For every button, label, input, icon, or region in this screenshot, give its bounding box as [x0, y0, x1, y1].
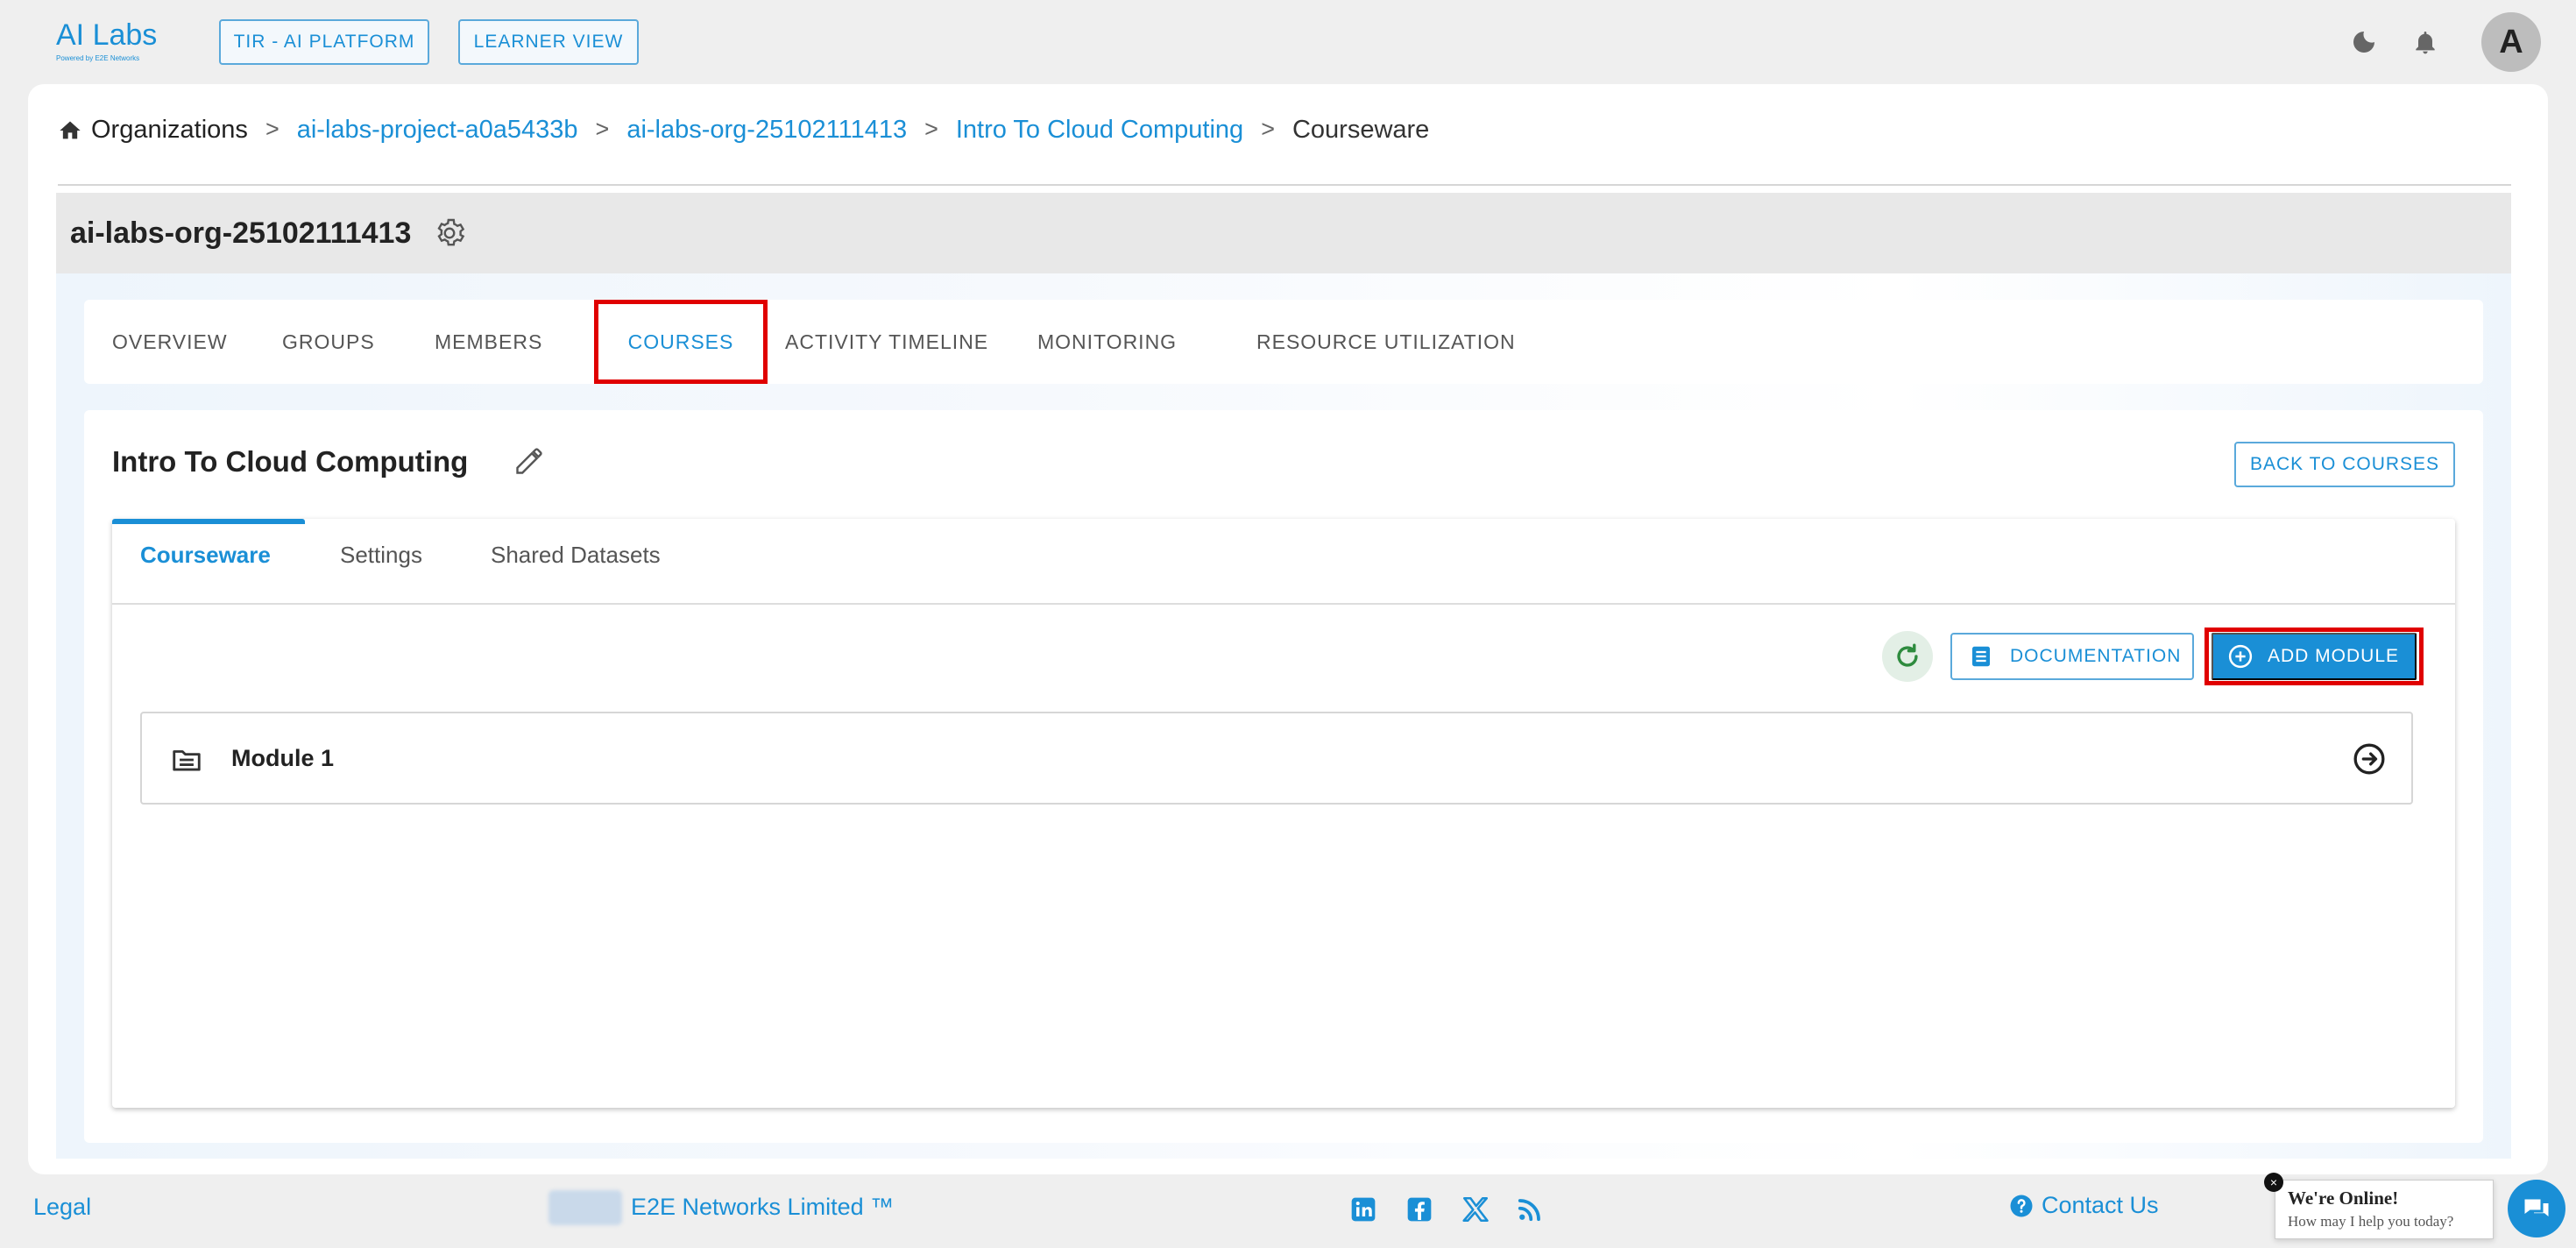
active-tab-indicator [112, 519, 305, 524]
gear-icon[interactable] [434, 217, 465, 249]
chat-launcher-button[interactable] [2508, 1180, 2565, 1237]
subtab-shared-datasets[interactable]: Shared Datasets [491, 542, 661, 569]
notification-bell-icon[interactable] [2410, 26, 2441, 58]
add-module-button[interactable]: ADD MODULE [2212, 633, 2417, 680]
breadcrumb-separator: > [924, 116, 938, 142]
back-to-courses-button[interactable]: BACK TO COURSES [2234, 442, 2455, 487]
company-name: E2E Networks Limited ™ [631, 1194, 895, 1220]
tir-ai-platform-button[interactable]: TIR - AI PLATFORM [219, 19, 429, 65]
breadcrumb-home[interactable]: Organizations [58, 116, 248, 145]
tab-monitoring[interactable]: MONITORING [1037, 300, 1177, 384]
module-row[interactable]: Module 1 [140, 712, 2413, 805]
dark-mode-icon[interactable] [2348, 26, 2380, 58]
chat-close-button[interactable]: × [2264, 1173, 2283, 1192]
course-subtabs: Courseware Settings Shared Datasets [112, 519, 2455, 605]
main-panel: Organizations > ai-labs-project-a0a5433b… [28, 84, 2548, 1174]
tab-groups[interactable]: GROUPS [282, 300, 375, 384]
chat-icon [2524, 1199, 2549, 1216]
x-twitter-icon[interactable] [1458, 1192, 1493, 1227]
chat-title: We're Online! [2288, 1188, 2399, 1209]
subtab-settings[interactable]: Settings [340, 542, 422, 569]
user-avatar[interactable]: A [2481, 12, 2541, 72]
add-module-label: ADD MODULE [2268, 646, 2400, 666]
edit-pencil-icon[interactable] [513, 443, 548, 479]
chat-bubble[interactable]: We're Online! How may I help you today? [2275, 1180, 2494, 1239]
tab-courses[interactable]: COURSES [594, 300, 768, 384]
subtab-courseware[interactable]: Courseware [140, 542, 271, 569]
tab-overview[interactable]: OVERVIEW [112, 300, 228, 384]
breadcrumb-separator: > [1261, 116, 1275, 142]
org-header: ai-labs-org-25102111413 [56, 193, 2511, 273]
course-title: Intro To Cloud Computing [112, 445, 469, 478]
org-title: ai-labs-org-25102111413 [70, 216, 412, 250]
arrow-right-circle-icon[interactable] [2352, 741, 2387, 776]
learner-view-button[interactable]: LEARNER VIEW [458, 19, 639, 65]
add-circle-icon [2228, 644, 2253, 669]
breadcrumb-home-label: Organizations [91, 116, 248, 144]
refresh-icon[interactable] [1882, 631, 1933, 682]
breadcrumb-project[interactable]: ai-labs-project-a0a5433b [297, 116, 578, 145]
e2e-logo [548, 1190, 622, 1225]
facebook-icon[interactable] [1402, 1192, 1437, 1227]
tab-members[interactable]: MEMBERS [435, 300, 542, 384]
documentation-label: DOCUMENTATION [2010, 646, 2182, 666]
breadcrumb-current: Courseware [1292, 116, 1430, 144]
document-icon [1972, 646, 1990, 667]
breadcrumb-separator: > [265, 116, 280, 142]
courseware-panel: Courseware Settings Shared Datasets DOCU… [112, 519, 2455, 1108]
module-title: Module 1 [231, 745, 335, 771]
folder-icon [173, 750, 201, 771]
logo-subtext: Powered by E2E Networks [56, 54, 140, 62]
logo-text: AI Labs [56, 18, 158, 52]
breadcrumb-course[interactable]: Intro To Cloud Computing [956, 116, 1243, 145]
breadcrumb-separator: > [595, 116, 610, 142]
documentation-button[interactable]: DOCUMENTATION [1950, 633, 2194, 680]
ai-labs-logo[interactable]: AI Labs Powered by E2E Networks [56, 19, 170, 68]
breadcrumb-org[interactable]: ai-labs-org-25102111413 [626, 116, 907, 145]
top-bar: AI Labs Powered by E2E Networks TIR - AI… [0, 0, 2576, 84]
rss-feed-icon[interactable] [1512, 1192, 1547, 1227]
tab-activity-timeline[interactable]: ACTIVITY TIMELINE [785, 300, 988, 384]
linkedin-icon[interactable] [1346, 1192, 1381, 1227]
course-card: Intro To Cloud Computing BACK TO COURSES… [84, 410, 2483, 1143]
contact-us-label: Contact Us [2042, 1192, 2159, 1218]
contact-us-link[interactable]: Contact Us [2008, 1192, 2159, 1219]
org-content-area: OVERVIEW GROUPS MEMBERS COURSES ACTIVITY… [56, 273, 2511, 1159]
legal-link[interactable]: Legal [33, 1194, 91, 1221]
footer: Legal E2E Networks Limited ™ Contact Us [0, 1174, 2576, 1248]
home-icon [60, 121, 81, 138]
tab-resource-utilization[interactable]: RESOURCE UTILIZATION [1256, 300, 1516, 384]
chat-subtitle: How may I help you today? [2288, 1213, 2454, 1230]
help-circle-icon [2010, 1195, 2033, 1216]
org-tabs: OVERVIEW GROUPS MEMBERS COURSES ACTIVITY… [84, 300, 2483, 384]
breadcrumb: Organizations > ai-labs-project-a0a5433b… [58, 116, 2511, 186]
